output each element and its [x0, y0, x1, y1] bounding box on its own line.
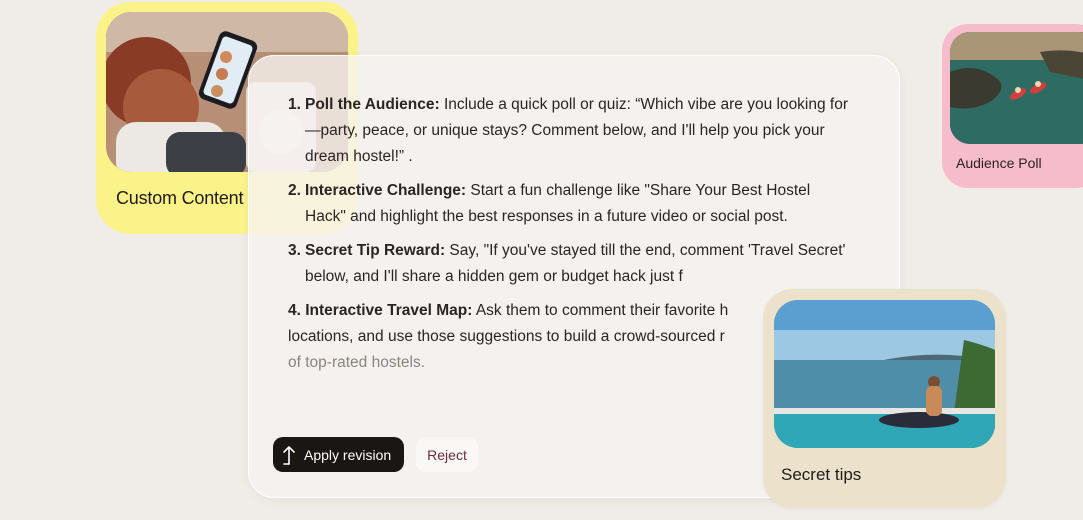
reject-label: Reject — [427, 446, 467, 463]
audience-poll-photo — [950, 32, 1083, 144]
apply-revision-button[interactable]: Apply revision — [273, 437, 404, 472]
item-number: 4. — [288, 302, 301, 319]
arrow-up-icon — [283, 445, 295, 465]
apply-revision-label: Apply revision — [304, 446, 392, 463]
audience-poll-card[interactable]: Audience Poll — [942, 24, 1083, 188]
reject-button[interactable]: Reject — [416, 437, 478, 472]
custom-content-label: Custom Content — [116, 188, 244, 208]
item-text: Ask them to comment their favorite h — [472, 302, 729, 319]
item-number: 1. — [288, 96, 301, 113]
item-number: 3. — [288, 242, 301, 259]
secret-tips-label: Secret tips — [781, 465, 862, 484]
list-item: 2. Interactive Challenge: Start a fun ch… — [288, 178, 848, 230]
secret-tips-card[interactable]: Secret tips — [763, 289, 1006, 508]
item-title: Poll the Audience: — [305, 96, 440, 113]
item-title: Interactive Travel Map: — [305, 302, 473, 319]
secret-tips-photo — [774, 300, 995, 448]
canvas: Custom Content Audience Poll 1. Poll the… — [0, 0, 1083, 520]
item-number: 2. — [288, 182, 301, 199]
audience-poll-label: Audience Poll — [956, 155, 1042, 171]
list-item: 1. Poll the Audience: Include a quick po… — [288, 92, 848, 170]
list-item: 3. Secret Tip Reward: Say, "If you've st… — [288, 238, 848, 290]
item-title: Interactive Challenge: — [305, 182, 467, 199]
item-title: Secret Tip Reward: — [305, 242, 446, 259]
